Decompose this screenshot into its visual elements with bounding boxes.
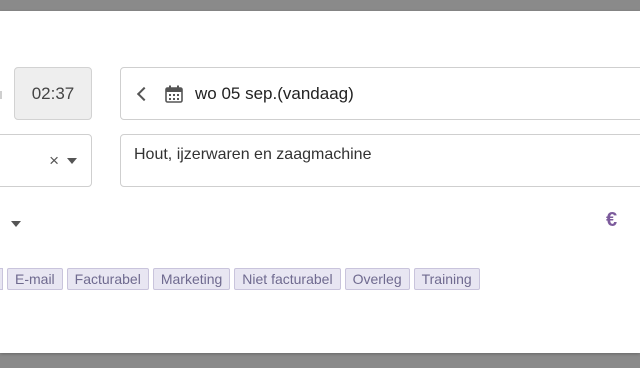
description-field[interactable]: Hout, ijzerwaren en zaagmachine bbox=[120, 134, 640, 187]
date-picker[interactable]: wo 05 sep.(vandaag) bbox=[120, 67, 640, 120]
tag-email[interactable]: E-mail bbox=[7, 268, 63, 290]
time-field[interactable]: 02:37 bbox=[14, 67, 92, 120]
description-text: Hout, ijzerwaren en zaagmachine bbox=[134, 146, 372, 163]
tag-overleg[interactable]: Overleg bbox=[344, 268, 410, 290]
tag-training[interactable]: Training bbox=[413, 268, 480, 290]
calendar-icon bbox=[165, 85, 183, 103]
left-edge-fragment bbox=[0, 91, 2, 99]
tag-facturabel[interactable]: Facturabel bbox=[66, 268, 149, 290]
date-text: wo 05 sep.(vandaag) bbox=[195, 83, 354, 103]
chevron-down-icon[interactable] bbox=[67, 157, 77, 164]
tag-fragment bbox=[0, 268, 3, 290]
clear-icon[interactable]: × bbox=[49, 151, 59, 171]
tag-marketing[interactable]: Marketing bbox=[152, 268, 231, 290]
time-value: 02:37 bbox=[31, 83, 75, 103]
euro-icon[interactable]: € bbox=[606, 209, 617, 232]
chevron-left-icon[interactable] bbox=[136, 86, 152, 101]
select-field[interactable]: × bbox=[0, 134, 92, 187]
dropdown-caret-icon[interactable] bbox=[11, 221, 21, 227]
tag-list: E-mail Facturabel Marketing Niet factura… bbox=[0, 268, 480, 290]
tag-niet-facturabel[interactable]: Niet facturabel bbox=[234, 268, 341, 290]
modal-panel: 02:37 wo 05 sep.(vandaag) × Hout, ijzerw… bbox=[0, 11, 640, 353]
